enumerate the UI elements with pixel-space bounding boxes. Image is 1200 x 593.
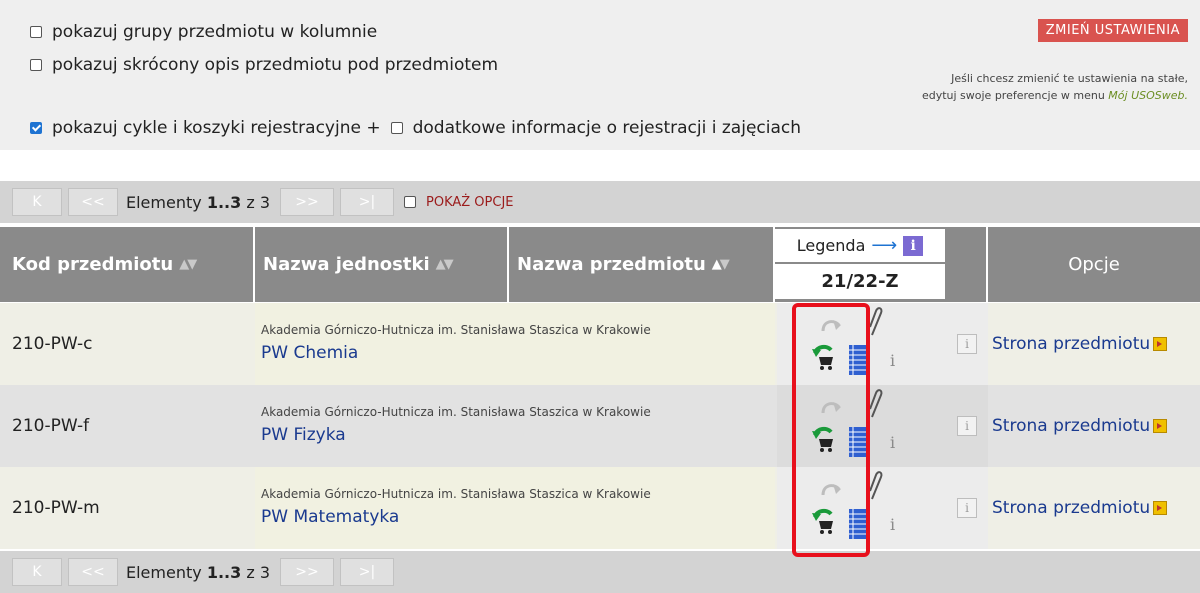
external-link-icon[interactable] — [1153, 501, 1168, 515]
first-page-button[interactable]: K — [12, 188, 62, 216]
change-settings-button[interactable]: ZMIEŃ USTAWIENIA — [1037, 19, 1188, 42]
course-page-link[interactable]: Strona przedmiotu — [992, 498, 1150, 518]
legend-label[interactable]: Legenda — [797, 236, 866, 255]
unit-name: Akademia Górniczo-Hutnicza im. Stanisław… — [261, 405, 651, 419]
course-page-link[interactable]: Strona przedmiotu — [992, 334, 1150, 354]
cycles-checkbox[interactable] — [30, 122, 42, 134]
info-icon[interactable]: i — [957, 498, 977, 518]
groups-label[interactable]: pokazuj grupy przedmiotu w kolumnie — [52, 22, 377, 42]
course-page-link[interactable]: Strona przedmiotu — [992, 416, 1150, 436]
settings-hint: Jeśli chcesz zmienić te ustawienia na st… — [922, 70, 1188, 104]
options-cell: Strona przedmiotu — [988, 467, 1200, 549]
info-icon[interactable]: i — [903, 235, 924, 256]
hint-line-1: Jeśli chcesz zmienić te ustawienia na st… — [951, 72, 1188, 85]
table-row: 210-PW-f Akademia Górniczo-Hutnicza im. … — [0, 385, 1200, 467]
header-name[interactable]: Nazwa przedmiotu ▲▼ — [517, 227, 730, 302]
info-cell: i — [947, 467, 988, 549]
external-link-icon[interactable] — [1153, 419, 1168, 433]
option-groups-row[interactable]: pokazuj grupy przedmiotu w kolumnie — [30, 22, 377, 42]
course-name-cell: Akademia Górniczo-Hutnicza im. Stanisław… — [255, 467, 775, 549]
column-separator — [986, 227, 988, 302]
header-unit[interactable]: Nazwa jednostki ▲▼ — [263, 227, 454, 302]
next-page-button[interactable]: >> — [280, 188, 334, 216]
column-separator — [253, 227, 255, 302]
short-desc-label[interactable]: pokazuj skrócony opis przedmiotu pod prz… — [52, 55, 498, 75]
pager-count: Elementy 1..3 z 3 — [126, 192, 270, 212]
external-link-icon[interactable] — [1153, 337, 1168, 351]
course-code: 210-PW-m — [12, 498, 100, 518]
first-page-button[interactable]: K — [12, 558, 62, 586]
show-options[interactable]: POKAŻ OPCJE — [404, 195, 514, 210]
my-usosweb-link[interactable]: Mój USOSweb. — [1108, 89, 1188, 102]
option-cycles-row[interactable]: pokazuj cykle i koszyki rejestracyjne + … — [30, 118, 801, 138]
unit-name: Akademia Górniczo-Hutnicza im. Stanisław… — [261, 323, 651, 337]
course-code: 210-PW-f — [12, 416, 90, 436]
info-cell: i — [947, 303, 988, 385]
course-name-cell: Akademia Górniczo-Hutnicza im. Stanisław… — [255, 303, 775, 385]
course-name-link[interactable]: PW Fizyka — [261, 425, 346, 445]
extra-info-checkbox[interactable] — [390, 122, 403, 134]
table-header: Kod przedmiotu ▲▼ Nazwa jednostki ▲▼ Nazwa… — [0, 227, 1200, 302]
table-row: 210-PW-c Akademia Górniczo-Hutnicza im. … — [0, 303, 1200, 385]
course-name-link[interactable]: PW Matematyka — [261, 507, 399, 527]
options-cell: Strona przedmiotu — [988, 385, 1200, 467]
options-cell: Strona przedmiotu — [988, 303, 1200, 385]
course-code: 210-PW-c — [12, 334, 93, 354]
header-options: Opcje — [1068, 254, 1120, 275]
next-page-button[interactable]: >> — [280, 558, 334, 586]
hint-line-2: edytuj swoje preferencje w menu Mój USOS… — [921, 89, 1188, 102]
option-short-desc-row[interactable]: pokazuj skrócony opis przedmiotu pod prz… — [30, 55, 498, 75]
info-icon[interactable]: i — [957, 334, 977, 354]
unit-name: Akademia Górniczo-Hutnicza im. Stanisław… — [261, 487, 651, 501]
settings-panel: pokazuj grupy przedmiotu w kolumnie poka… — [0, 0, 1200, 150]
info-icon[interactable]: i — [957, 416, 977, 436]
info-icon[interactable]: i — [890, 351, 895, 370]
info-icon[interactable]: i — [890, 433, 895, 452]
prev-page-button[interactable]: << — [68, 558, 118, 586]
sort-icon[interactable]: ▲▼ — [712, 257, 730, 272]
header-code[interactable]: Kod przedmiotu ▲▼ — [12, 227, 197, 302]
short-desc-checkbox[interactable] — [30, 59, 42, 71]
last-page-button[interactable]: >| — [340, 558, 394, 586]
prev-page-button[interactable]: << — [68, 188, 118, 216]
arrow-right-icon: ⟶ — [871, 235, 898, 256]
last-page-button[interactable]: >| — [340, 188, 394, 216]
show-options-checkbox[interactable] — [404, 196, 416, 208]
sort-icon[interactable]: ▲▼ — [436, 257, 454, 272]
pager-bottom: K << Elementy 1..3 z 3 >> >| — [0, 551, 1200, 593]
extra-info-label[interactable]: dodatkowe informacje o rejestracji i zaj… — [413, 118, 801, 138]
course-name-link[interactable]: PW Chemia — [261, 343, 358, 363]
term-header: 21/22-Z — [775, 264, 945, 299]
pager-count: Elementy 1..3 z 3 — [126, 562, 270, 582]
highlight-box — [792, 303, 870, 557]
table-row: 210-PW-m Akademia Górniczo-Hutnicza im. … — [0, 467, 1200, 549]
groups-checkbox[interactable] — [30, 26, 42, 38]
legend[interactable]: Legenda ⟶ i — [775, 229, 945, 262]
info-cell: i — [947, 385, 988, 467]
column-separator — [507, 227, 509, 302]
sort-icon[interactable]: ▲▼ — [179, 257, 197, 272]
pager-top: K << Elementy 1..3 z 3 >> >| POKAŻ OPCJE — [0, 181, 1200, 223]
course-name-cell: Akademia Górniczo-Hutnicza im. Stanisław… — [255, 385, 775, 467]
cycles-label[interactable]: pokazuj cykle i koszyki rejestracyjne + — [52, 118, 381, 138]
show-options-label[interactable]: POKAŻ OPCJE — [426, 195, 514, 210]
info-icon[interactable]: i — [890, 515, 895, 534]
